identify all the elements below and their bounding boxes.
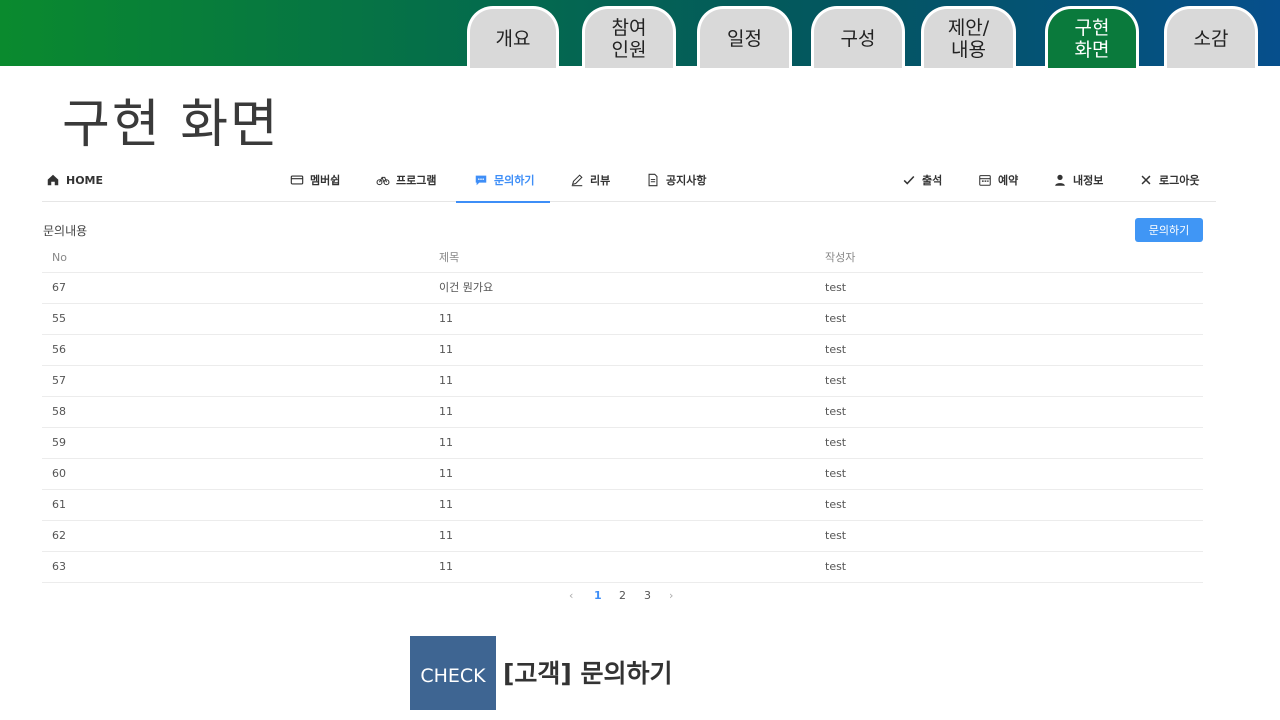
table-row[interactable]: 67 이건 뭔가요 test	[42, 273, 1203, 304]
nav-membership[interactable]: 멤버쉽	[290, 158, 340, 202]
next-page-button[interactable]: ›	[669, 588, 673, 604]
nav-reservation-label: 예약	[998, 174, 1019, 187]
cell-title[interactable]: 11	[439, 521, 453, 551]
cell-title[interactable]: 11	[439, 490, 453, 520]
cell-author: test	[825, 405, 847, 418]
cell-title[interactable]: 11	[439, 304, 453, 334]
header-title: 제목	[439, 251, 460, 264]
cell-author: test	[825, 312, 847, 325]
slide-tab-structure[interactable]: 구성	[811, 6, 905, 68]
nav-notice-label: 공지사항	[666, 174, 707, 187]
nav-home[interactable]: HOME	[46, 158, 103, 202]
cell-no: 55	[52, 312, 66, 325]
nav-review[interactable]: 리뷰	[570, 158, 610, 202]
cell-no: 62	[52, 529, 66, 542]
page-button-1[interactable]: 1	[594, 588, 602, 604]
user-icon	[1055, 174, 1065, 186]
cell-title[interactable]: 11	[439, 428, 453, 458]
nav-attendance-label: 출석	[922, 174, 943, 187]
nav-inquiry-label: 문의하기	[494, 174, 535, 187]
cell-no: 63	[52, 560, 66, 573]
table-header: No 제목 작성자	[42, 243, 1203, 273]
cell-no: 57	[52, 374, 66, 387]
page-button-3[interactable]: 3	[644, 588, 651, 604]
nav-my-info[interactable]: 내정보	[1053, 158, 1103, 202]
document-icon	[648, 173, 658, 187]
cell-author: test	[825, 343, 847, 356]
slide-tab-impressions[interactable]: 소감	[1164, 6, 1258, 68]
nav-notice[interactable]: 공지사항	[646, 158, 706, 202]
slide-tab-schedule[interactable]: 일정	[697, 6, 792, 68]
cell-author: test	[825, 374, 847, 387]
check-caption: [고객] 문의하기	[503, 659, 673, 688]
cell-author: test	[825, 436, 847, 449]
nav-inquiry[interactable]: 문의하기	[455, 158, 552, 203]
table-row[interactable]: 63 11 test	[42, 552, 1203, 583]
slide-tab-proposal[interactable]: 제안/ 내용	[921, 6, 1016, 68]
check-badge: CHECK	[410, 636, 496, 710]
cell-author: test	[825, 529, 847, 542]
cell-title[interactable]: 11	[439, 335, 453, 365]
cell-author: test	[825, 560, 847, 573]
nav-reservation[interactable]: 예약	[978, 158, 1018, 202]
nav-my-info-label: 내정보	[1073, 174, 1104, 187]
slide-tab-overview[interactable]: 개요	[467, 6, 559, 68]
table-row[interactable]: 60 11 test	[42, 459, 1203, 490]
header-author: 작성자	[825, 251, 856, 264]
nav-program[interactable]: 프로그램	[376, 158, 436, 202]
cell-title[interactable]: 이건 뭔가요	[439, 273, 493, 303]
nav-attendance[interactable]: 출석	[902, 158, 942, 202]
cell-no: 60	[52, 467, 66, 480]
chat-icon	[475, 175, 487, 186]
nav-home-label: HOME	[66, 173, 104, 187]
cell-no: 56	[52, 343, 66, 356]
pagination: ‹ 1 2 3 ›	[0, 588, 1280, 604]
app-nav-bar: HOME 멤버쉽 프로그램 문의하기 리뷰 공지사항 출석 예약 내정보 로그아…	[42, 158, 1216, 203]
cell-title[interactable]: 11	[439, 366, 453, 396]
cell-author: test	[825, 467, 847, 480]
table-row[interactable]: 62 11 test	[42, 521, 1203, 552]
header-no: No	[52, 251, 67, 264]
pencil-icon	[571, 174, 583, 187]
close-icon	[1141, 175, 1151, 185]
cell-author: test	[825, 498, 847, 511]
nav-review-label: 리뷰	[590, 174, 611, 187]
table-row[interactable]: 56 11 test	[42, 335, 1203, 366]
check-label: CHECK	[420, 665, 486, 687]
slide-tab-implementation[interactable]: 구현 화면	[1045, 6, 1139, 68]
home-icon	[47, 174, 59, 186]
calendar-icon	[979, 175, 991, 186]
bicycle-icon	[376, 176, 390, 186]
cell-no: 59	[52, 436, 66, 449]
inquiry-button[interactable]: 문의하기	[1135, 218, 1203, 242]
nav-logout-label: 로그아웃	[1159, 174, 1200, 187]
cell-no: 58	[52, 405, 66, 418]
table-row[interactable]: 57 11 test	[42, 366, 1203, 397]
nav-program-label: 프로그램	[396, 174, 437, 187]
cell-no: 61	[52, 498, 66, 511]
table-row[interactable]: 55 11 test	[42, 304, 1203, 335]
check-icon	[903, 175, 915, 185]
credit-card-icon	[290, 175, 304, 185]
table-row[interactable]: 59 11 test	[42, 428, 1203, 459]
cell-author: test	[825, 281, 847, 294]
nav-logout[interactable]: 로그아웃	[1139, 158, 1199, 202]
slide-title: 구현 화면	[62, 95, 280, 155]
section-label: 문의내용	[43, 224, 88, 238]
cell-no: 67	[52, 281, 66, 294]
prev-page-button[interactable]: ‹	[569, 588, 573, 604]
nav-membership-label: 멤버쉽	[310, 174, 341, 187]
page-button-2[interactable]: 2	[619, 588, 626, 604]
inquiry-table: No 제목 작성자 67 이건 뭔가요 test 55 11 test 56 1…	[42, 243, 1203, 583]
cell-title[interactable]: 11	[439, 459, 453, 489]
table-row[interactable]: 61 11 test	[42, 490, 1203, 521]
slide-tab-members[interactable]: 참여 인원	[582, 6, 676, 68]
cell-title[interactable]: 11	[439, 552, 453, 582]
table-row[interactable]: 58 11 test	[42, 397, 1203, 428]
cell-title[interactable]: 11	[439, 397, 453, 427]
